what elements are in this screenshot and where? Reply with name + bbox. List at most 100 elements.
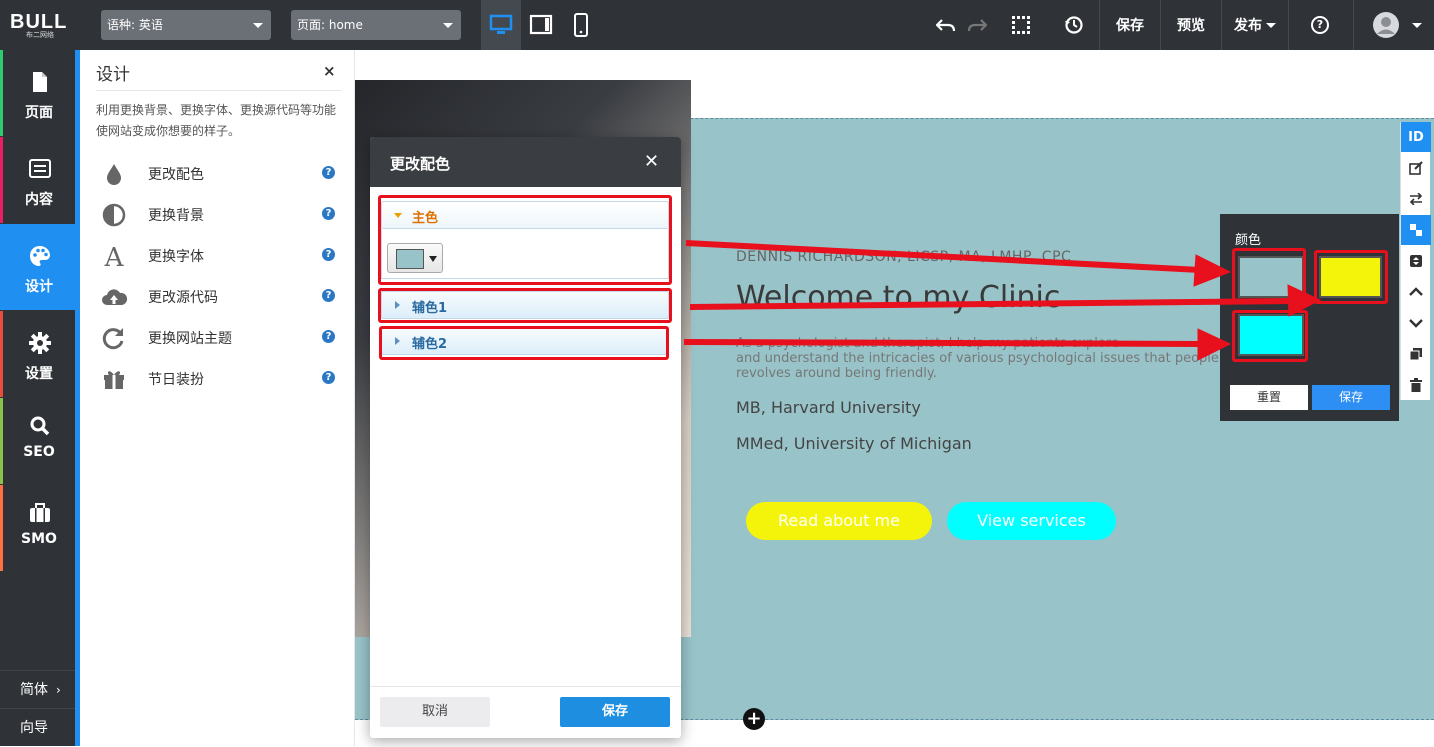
chevron-down-icon (253, 23, 263, 28)
cancel-button[interactable]: 取消 (380, 697, 490, 727)
dialog-save-button[interactable]: 保存 (560, 697, 670, 727)
save-button[interactable]: 保存 (1100, 0, 1160, 50)
color-icon (1410, 224, 1422, 236)
change-background-item[interactable]: 更换背景 ? (100, 200, 340, 230)
resize-button[interactable] (1401, 246, 1431, 276)
hero-title: Welcome to my Clinic (736, 280, 1061, 315)
cloud-upload-icon (102, 289, 128, 305)
desktop-view-button[interactable] (481, 0, 521, 50)
chevron-down-icon (1412, 22, 1422, 28)
page-select[interactable]: 页面: home (291, 10, 461, 40)
toolbar-divider (1288, 0, 1289, 50)
chevron-down-icon (1266, 22, 1276, 28)
move-down-button[interactable] (1401, 308, 1431, 338)
grid-icon (1012, 16, 1030, 34)
preview-button[interactable]: 预览 (1161, 0, 1221, 50)
divider (96, 90, 341, 91)
highlight-accent2-swatch (1232, 310, 1308, 362)
nav-item-smo[interactable]: SMO (0, 485, 75, 571)
section-id-button[interactable]: ID (1401, 122, 1431, 152)
palette-icon (30, 246, 50, 266)
view-services-button[interactable]: View services (947, 502, 1116, 540)
help-button[interactable]: ? (1300, 0, 1340, 50)
undo-icon (936, 19, 956, 32)
page-icon (33, 72, 47, 92)
content-icon (29, 159, 51, 178)
highlight-accent1 (378, 288, 672, 323)
move-up-button[interactable] (1401, 277, 1431, 307)
refresh-icon (102, 328, 124, 350)
dialog-header: 更改配色 ✕ (370, 137, 681, 187)
panel-title: 设计 (96, 65, 130, 85)
delete-button[interactable] (1401, 370, 1431, 400)
top-toolbar: BULL 布二网络 语种: 英语 页面: home 保存 预览 发布 ? (0, 0, 1434, 50)
help-icon[interactable]: ? (322, 330, 335, 343)
popup-save-button[interactable]: 保存 (1312, 385, 1390, 410)
highlight-main-color (378, 195, 672, 285)
degree-michigan: MMed, University of Michigan (736, 434, 972, 453)
guide-button[interactable]: 向导 (0, 708, 75, 746)
color-button[interactable] (1401, 215, 1431, 245)
history-icon (1065, 16, 1083, 34)
help-icon[interactable]: ? (322, 289, 335, 302)
nav-item-pages[interactable]: 页面 (0, 50, 75, 136)
swap-icon (1409, 193, 1423, 205)
highlight-primary-swatch (1232, 248, 1306, 302)
highlight-accent1-swatch (1314, 250, 1388, 304)
drop-icon (107, 164, 121, 185)
section-tools: ID (1400, 122, 1431, 400)
read-about-me-button[interactable]: Read about me (746, 502, 932, 540)
side-navigation: 页面 内容 设计 设置 SEO SMO 简体 › 向导 (0, 50, 75, 746)
toolbar-divider (1353, 0, 1354, 50)
redo-button[interactable] (962, 0, 992, 50)
chevron-up-icon (1409, 287, 1423, 296)
copy-button[interactable] (1401, 339, 1431, 369)
degree-harvard: MB, Harvard University (736, 398, 921, 417)
nav-item-seo[interactable]: SEO (0, 398, 75, 484)
reset-button[interactable]: 重置 (1230, 385, 1308, 410)
close-icon[interactable]: × (323, 62, 336, 80)
brand-logo[interactable]: BULL 布二网络 (10, 12, 66, 39)
nav-item-settings[interactable]: 设置 (0, 311, 75, 397)
undo-button[interactable] (930, 0, 962, 50)
grid-button[interactable] (1005, 0, 1037, 50)
resize-icon (1410, 255, 1422, 267)
mobile-view-button[interactable] (561, 0, 601, 50)
briefcase-icon (30, 503, 50, 522)
close-icon[interactable]: ✕ (644, 151, 659, 172)
nav-item-content[interactable]: 内容 (0, 137, 75, 223)
help-icon[interactable]: ? (322, 166, 335, 179)
edit-button[interactable] (1401, 153, 1431, 183)
change-source-code-item[interactable]: 更改源代码 ? (100, 282, 340, 312)
user-menu-button[interactable] (1366, 0, 1428, 50)
copy-icon (1409, 348, 1422, 361)
language-select[interactable]: 语种: 英语 (101, 10, 271, 40)
panel-description: 利用更换背景、更换字体、更换源代码等功能使网站变成你想要的样子。 (96, 103, 337, 138)
chevron-right-icon: › (56, 683, 61, 697)
tablet-view-button[interactable] (521, 0, 561, 50)
hero-paragraph: As a psychologist and therapist, I help … (736, 336, 1219, 381)
edit-icon (1409, 161, 1423, 175)
desktop-icon (489, 14, 513, 34)
help-icon[interactable]: ? (322, 371, 335, 384)
dialog-footer-divider (370, 686, 681, 687)
mobile-icon (574, 13, 588, 37)
dialog-title: 更改配色 (390, 155, 451, 173)
language-switch-simplified[interactable]: 简体 › (0, 670, 75, 708)
nav-item-design[interactable]: 设计 (0, 224, 75, 310)
publish-button[interactable]: 发布 (1222, 0, 1288, 50)
help-icon[interactable]: ? (322, 248, 335, 261)
chevron-down-icon (443, 23, 453, 28)
tablet-icon (529, 14, 553, 35)
font-icon: A (104, 244, 125, 268)
holiday-decoration-item[interactable]: 节日装扮 ? (100, 364, 340, 394)
change-color-scheme-item[interactable]: 更改配色 ? (100, 159, 340, 189)
swap-button[interactable] (1401, 184, 1431, 214)
redo-icon (967, 19, 987, 32)
chevron-down-icon (1409, 319, 1423, 328)
help-icon[interactable]: ? (322, 207, 335, 220)
history-button[interactable] (1056, 0, 1092, 50)
change-font-item[interactable]: A 更换字体 ? (100, 241, 340, 271)
change-theme-item[interactable]: 更换网站主题 ? (100, 323, 340, 353)
add-section-button[interactable]: + (743, 708, 765, 730)
